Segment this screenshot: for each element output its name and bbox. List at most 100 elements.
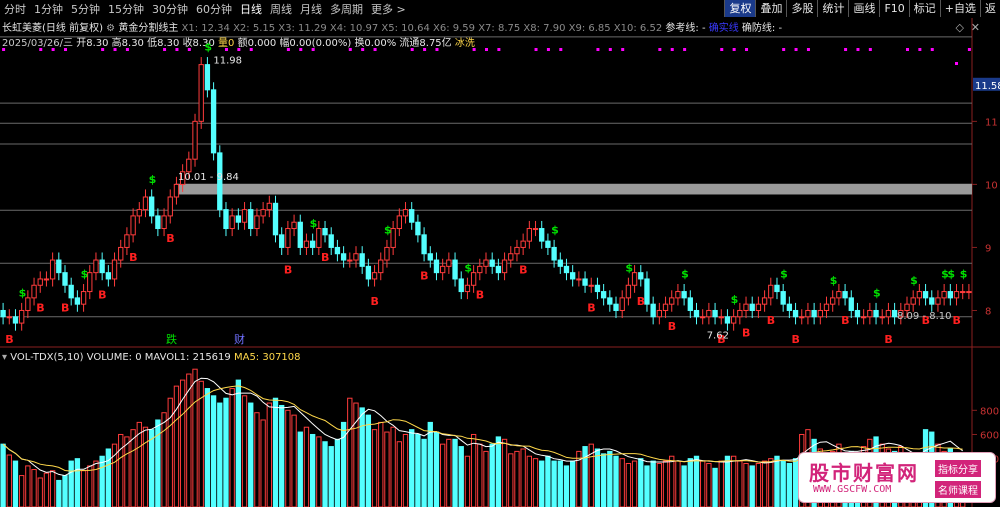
volume-bar	[235, 379, 242, 507]
volume-bar	[6, 454, 12, 507]
candle-body	[415, 221, 421, 236]
candle-body	[842, 291, 848, 299]
candle-body	[204, 64, 211, 91]
volume-value: VOLUME: 0	[86, 352, 142, 363]
candle-body	[477, 265, 483, 274]
marker-dot	[683, 48, 687, 51]
volume-bar	[173, 385, 180, 507]
volume-bar	[774, 455, 780, 507]
candle-body	[594, 284, 601, 293]
marker-dot	[868, 48, 872, 51]
volume-collapse-icon[interactable]: ▾	[2, 352, 7, 363]
candle-body	[260, 209, 266, 217]
candle-body	[142, 196, 149, 211]
marker-dot	[806, 48, 810, 51]
candle-body	[774, 284, 780, 293]
sell-signal-s: $	[960, 268, 968, 281]
volume-bar	[204, 388, 211, 507]
candle-body	[910, 297, 916, 305]
candle-body	[613, 303, 619, 311]
volume-bar	[118, 433, 124, 507]
watermark-tag-course: 名师课程	[935, 481, 981, 498]
volume-bar	[545, 455, 551, 507]
candle-body	[483, 259, 489, 267]
marker-dot	[187, 48, 191, 51]
marker-dot	[745, 48, 749, 51]
volume-bar	[613, 455, 619, 507]
chart-canvas[interactable]: 11109811.58$$$$$$$$$$$$$$$$$$BBBBBBBBBBB…	[0, 0, 1000, 507]
candle-body	[730, 316, 737, 324]
volume-bar	[433, 431, 440, 507]
buy-signal-b: B	[420, 270, 428, 283]
volume-bar	[217, 402, 223, 507]
candle-body	[916, 291, 923, 299]
volume-bar	[563, 465, 570, 507]
buy-signal-b: B	[98, 289, 106, 302]
volume-bar	[656, 462, 663, 507]
event-marker-finance: 财	[234, 332, 245, 346]
volume-bar	[452, 438, 458, 507]
volume-bar	[761, 460, 768, 507]
sell-signal-s: $	[947, 268, 955, 281]
candle-body	[687, 297, 693, 311]
volume-bar	[390, 426, 396, 507]
volume-bar	[105, 448, 112, 507]
volume-bar	[272, 397, 279, 507]
volume-bar	[87, 465, 93, 507]
volume-bar	[551, 460, 557, 507]
candle-body	[662, 303, 669, 311]
marker-dot	[64, 48, 68, 51]
sell-signal-s: $	[873, 286, 881, 299]
candle-body	[489, 259, 495, 267]
marker-dot	[967, 48, 971, 51]
volume-bar	[600, 453, 607, 507]
marker-dot	[485, 48, 488, 51]
candle-body	[867, 309, 873, 318]
volume-bar	[706, 462, 712, 507]
candle-body	[365, 265, 372, 280]
candle-body	[87, 272, 93, 293]
buy-signal-b: B	[519, 263, 527, 276]
candle-body	[105, 272, 112, 280]
candle-body	[582, 278, 588, 286]
candle-body	[681, 291, 687, 299]
candle-body	[93, 259, 99, 274]
volume-bar	[93, 460, 99, 507]
sell-signal-s: $	[464, 261, 472, 274]
volume-bar	[186, 373, 192, 507]
candle-body	[229, 215, 235, 230]
candle-body	[607, 297, 613, 305]
buy-signal-b: B	[841, 314, 849, 327]
volume-bar	[260, 419, 266, 507]
candle-body	[514, 246, 520, 255]
candle-body	[848, 297, 854, 311]
candle-body	[860, 316, 867, 319]
candle-body	[576, 278, 582, 281]
volume-bar	[681, 465, 687, 507]
candle-body	[644, 278, 650, 305]
volume-indicator-title[interactable]: VOL-TDX(5,10)	[10, 352, 83, 363]
candle-body	[700, 316, 706, 319]
candle-body	[402, 209, 409, 217]
volume-bar	[607, 450, 613, 507]
buy-signal-b: B	[61, 301, 69, 314]
candle-body	[768, 284, 774, 299]
marker-dot	[286, 48, 290, 51]
marker-dot	[101, 48, 105, 51]
marker-dot	[794, 48, 798, 51]
sell-signal-s: $	[910, 274, 918, 287]
volume-bar	[223, 397, 229, 507]
volume-bar	[371, 429, 378, 507]
candle-body	[111, 259, 118, 280]
marker-dot	[782, 48, 786, 51]
candle-body	[272, 202, 279, 236]
sell-signal-s: $	[625, 261, 633, 274]
marker-dot	[237, 48, 241, 51]
volume-bar	[650, 460, 656, 507]
candle-body	[786, 303, 793, 311]
range-label: 8.09 - 8.10	[897, 311, 952, 322]
ma5-value: MA5: 307108	[233, 352, 301, 363]
watermark-logo: 股市财富网 WWW.GSCFW.COM 指标分享 名师课程	[798, 452, 996, 503]
candle-body	[192, 120, 198, 160]
volume-bar	[570, 460, 576, 507]
